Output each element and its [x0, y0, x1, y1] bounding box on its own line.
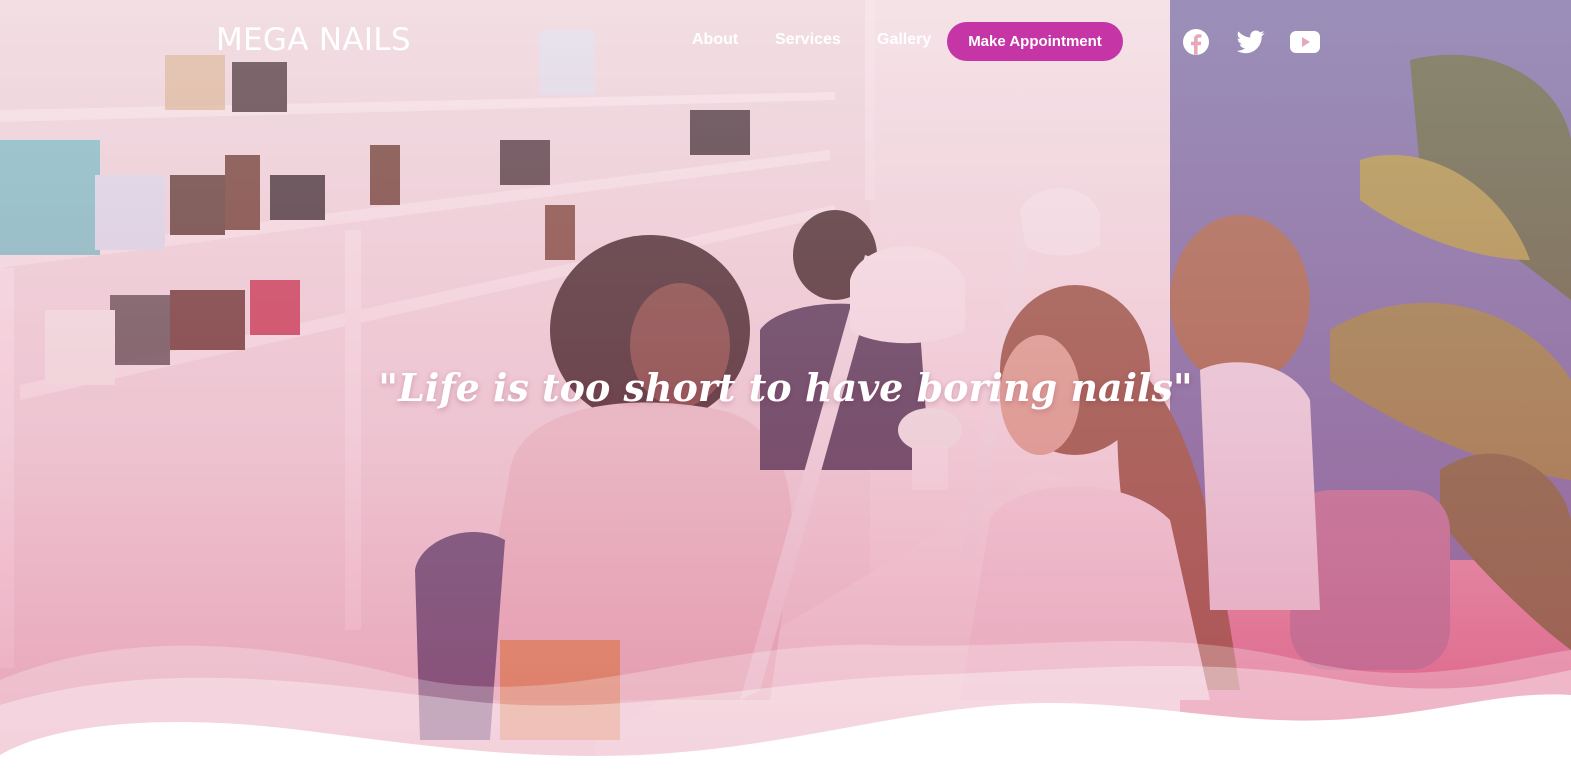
hero-section: MEGA NAILS About Services Gallery Make A… — [0, 0, 1571, 780]
nav-link-about[interactable]: About — [692, 31, 738, 49]
make-appointment-button[interactable]: Make Appointment — [947, 22, 1123, 61]
youtube-icon[interactable] — [1290, 27, 1320, 57]
facebook-icon[interactable] — [1181, 27, 1211, 57]
nav-link-gallery[interactable]: Gallery — [877, 31, 931, 49]
bottom-wave-divider — [0, 640, 1571, 780]
twitter-icon[interactable] — [1236, 27, 1266, 57]
hero-tagline: "Life is too short to have boring nails" — [378, 365, 1193, 410]
nav-link-services[interactable]: Services — [775, 31, 841, 49]
brand-logo[interactable]: MEGA NAILS — [216, 22, 411, 58]
